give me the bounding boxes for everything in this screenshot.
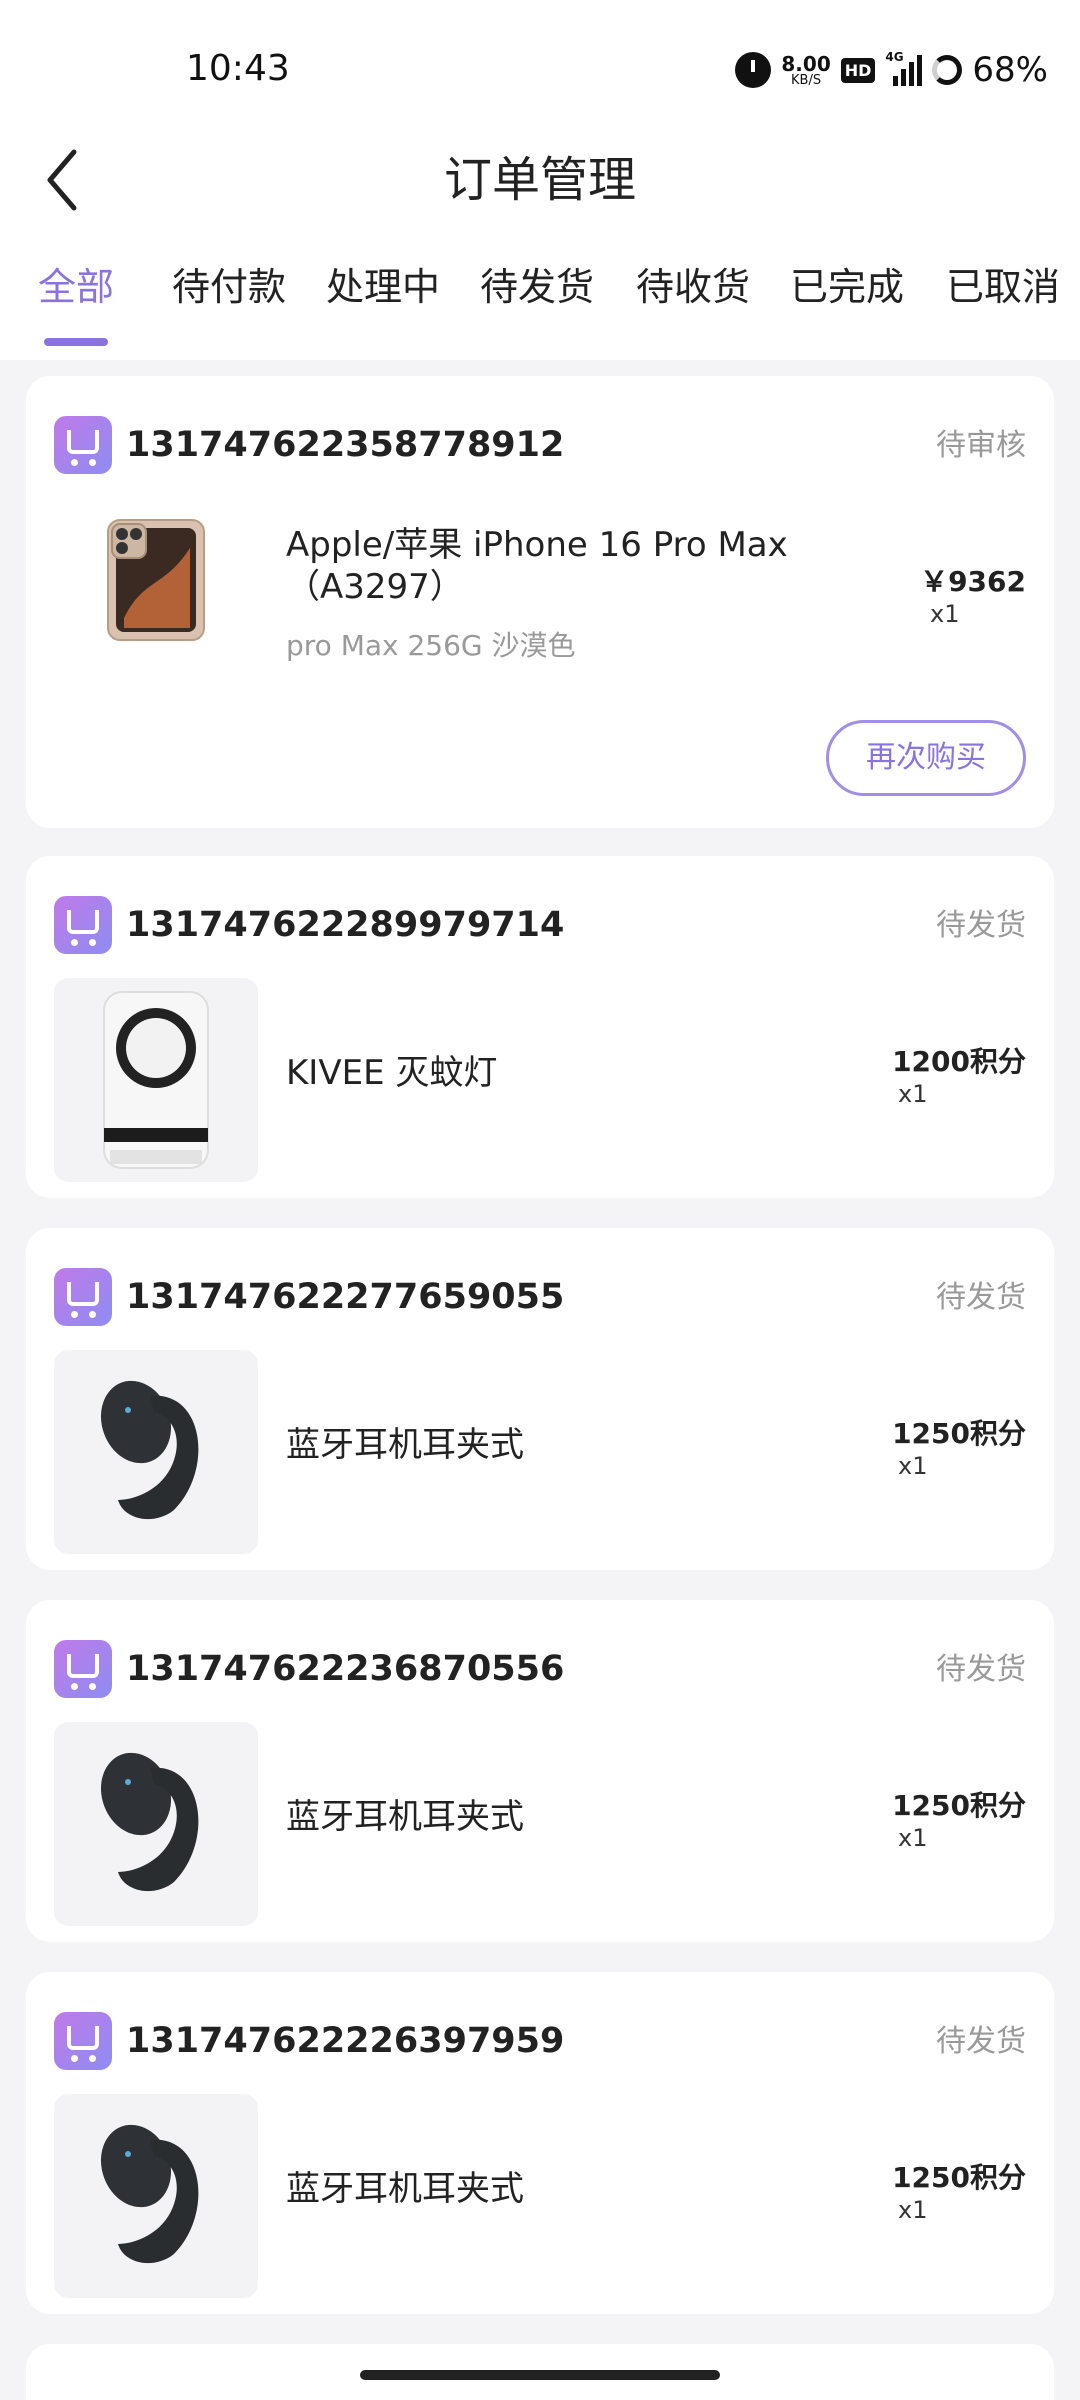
alarm-icon — [735, 52, 772, 88]
order-number: 131747622358778912 — [126, 425, 565, 465]
header: 订单管理 — [0, 130, 1080, 240]
order-status: 待发货 — [936, 1280, 1026, 1315]
product-quantity: x1 — [898, 1452, 928, 1480]
hd-icon: HD — [840, 57, 876, 83]
network-type: 4G — [885, 50, 904, 64]
order-management-screen: 10:43 8.00 KB/S HD 4G 68% 订单管理 全部 待付款 处理… — [0, 0, 1080, 2400]
home-indicator — [360, 2370, 720, 2380]
tab-processing[interactable]: 处理中 — [326, 262, 440, 312]
battery-level: 68% — [972, 50, 1048, 90]
tab-all[interactable]: 全部 — [38, 262, 114, 312]
battery-icon — [932, 55, 963, 85]
tab-pending-receipt[interactable]: 待收货 — [636, 262, 750, 312]
order-status: 待审核 — [936, 428, 1026, 463]
product-quantity: x1 — [898, 1824, 928, 1852]
tab-completed[interactable]: 已完成 — [790, 262, 904, 312]
buy-again-button[interactable]: 再次购买 — [826, 720, 1026, 796]
status-bar: 10:43 8.00 KB/S HD 4G 68% — [0, 0, 1080, 130]
order-card[interactable]: 131747622277659055 待发货 蓝牙耳机耳夹式 1250积分 x1 — [26, 1228, 1054, 1570]
order-card[interactable]: 131747622236870556 待发货 蓝牙耳机耳夹式 1250积分 x1 — [26, 1600, 1054, 1942]
order-card[interactable]: 131747622289979714 待发货 KIVEE 灭蚊灯 1200积分 … — [26, 856, 1054, 1198]
order-status: 待发货 — [936, 1652, 1026, 1687]
order-number: 131747622277659055 — [126, 1277, 565, 1317]
order-status: 待发货 — [936, 908, 1026, 943]
tab-pending-shipment[interactable]: 待发货 — [480, 262, 594, 312]
product-price: ￥9362 — [920, 565, 1026, 598]
product-price: 1250积分 — [892, 1417, 1026, 1450]
product-quantity: x1 — [898, 1080, 928, 1108]
product-image-iphone — [54, 478, 258, 682]
order-status-tabs: 全部 待付款 处理中 待发货 待收货 已完成 已取消 — [0, 240, 1080, 360]
shop-cart-icon — [54, 416, 112, 474]
shop-cart-icon — [54, 2012, 112, 2070]
product-price: 1200积分 — [892, 1045, 1026, 1078]
product-price: 1250积分 — [892, 2161, 1026, 2194]
product-quantity: x1 — [898, 2196, 928, 2224]
net-speed-unit: KB/S — [791, 72, 822, 88]
order-number: 131747622226397959 — [126, 2021, 565, 2061]
product-image-mosquito-lamp — [54, 978, 258, 1182]
signal-icon: 4G — [885, 50, 923, 86]
product-name: 蓝牙耳机耳夹式 — [286, 1797, 524, 1837]
product-name: 蓝牙耳机耳夹式 — [286, 1425, 524, 1465]
shop-cart-icon — [54, 896, 112, 954]
product-image-earphone — [54, 2094, 258, 2298]
product-price: 1250积分 — [892, 1789, 1026, 1822]
tab-pending-payment[interactable]: 待付款 — [172, 262, 286, 312]
shop-cart-icon — [54, 1268, 112, 1326]
product-name: 蓝牙耳机耳夹式 — [286, 2169, 524, 2209]
order-number: 131747622236870556 — [126, 1649, 565, 1689]
net-speed-indicator: 8.00 KB/S — [781, 54, 830, 87]
net-speed-value: 8.00 — [781, 51, 831, 76]
product-spec: pro Max 256G 沙漠色 — [286, 629, 576, 662]
product-quantity: x1 — [930, 600, 960, 628]
product-image-earphone — [54, 1722, 258, 1926]
product-image-earphone — [54, 1350, 258, 1554]
tab-cancelled[interactable]: 已取消 — [946, 262, 1060, 312]
order-card[interactable]: 131747622226397959 待发货 蓝牙耳机耳夹式 1250积分 x1 — [26, 1972, 1054, 2314]
order-card[interactable]: 131747622358778912 待审核 Apple/苹果 iPhone 1… — [26, 376, 1054, 828]
status-time: 10:43 — [186, 48, 290, 89]
product-name: Apple/苹果 iPhone 16 Pro Max — [286, 525, 788, 565]
order-number: 131747622289979714 — [126, 905, 565, 945]
active-tab-indicator — [44, 338, 108, 346]
product-name: KIVEE 灭蚊灯 — [286, 1053, 498, 1093]
order-status: 待发货 — [936, 2024, 1026, 2059]
status-icons: 8.00 KB/S HD 4G 68% — [735, 44, 1048, 96]
shop-cart-icon — [54, 1640, 112, 1698]
page-title: 订单管理 — [443, 152, 636, 208]
product-model: （A3297） — [286, 567, 464, 607]
